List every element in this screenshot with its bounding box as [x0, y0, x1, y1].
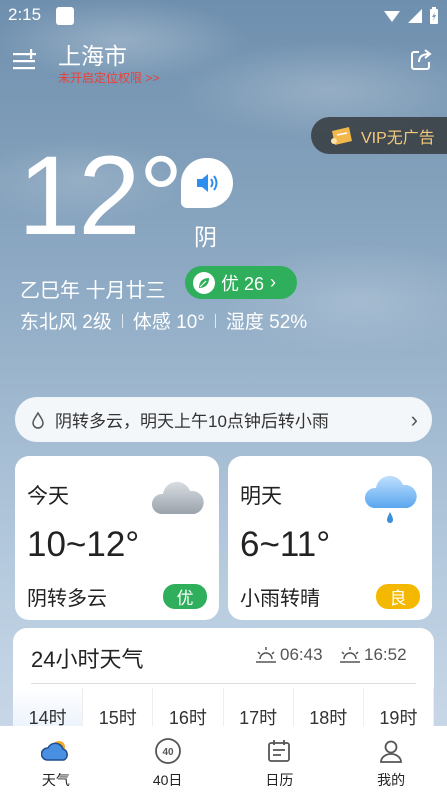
nav-label: 40日	[152, 772, 183, 788]
lunar-date: 乙巳年 十月廿三	[20, 280, 166, 302]
weather-icon	[40, 736, 71, 766]
vip-ad-free-button[interactable]: VIP无广告	[311, 117, 447, 154]
rain-cloud-icon	[364, 475, 417, 523]
forecast-banner[interactable]: 阴转多云，明天上午10点钟后转小雨 ›	[15, 397, 432, 442]
status-time: 2:15	[8, 5, 42, 24]
share-icon[interactable]	[409, 48, 433, 72]
user-icon	[376, 736, 406, 766]
tomorrow-card[interactable]: 明天 6~11° 小雨转晴 良	[228, 456, 432, 620]
status-bar: 2:15	[0, 0, 447, 32]
calendar-icon	[264, 736, 294, 766]
sunset-icon	[340, 647, 360, 663]
condition: 阴转多云	[27, 588, 107, 610]
day-label: 明天	[240, 485, 282, 508]
nav-calendar[interactable]: 日历	[224, 726, 336, 796]
sunrise-time: 06:43	[280, 645, 323, 664]
bottom-nav: 天气 40 40日 日历 我的	[0, 726, 447, 796]
city-name[interactable]: 上海市	[58, 37, 127, 71]
today-card[interactable]: 今天 10~12° 阴转多云 优	[15, 456, 219, 620]
aqi-badge: 优	[163, 584, 207, 609]
current-condition: 阴	[194, 224, 217, 250]
current-temperature: 12°	[18, 133, 183, 258]
nav-mine[interactable]: 我的	[335, 726, 447, 796]
forty-day-icon: 40	[153, 736, 183, 766]
cellular-icon	[408, 9, 422, 23]
temperature-range: 6~11°	[240, 525, 331, 564]
nav-label: 日历	[265, 772, 294, 788]
cloud-icon	[151, 481, 204, 514]
nav-40-day[interactable]: 40 40日	[112, 726, 224, 796]
vip-ticket-icon	[331, 126, 352, 145]
feels-like: 体感 10°	[132, 312, 205, 333]
sunset-time: 16:52	[364, 645, 407, 664]
hourly-forecast-card[interactable]: 24小时天气 06:43 16:52 14时 15时 16时 17时 18时 1…	[13, 628, 434, 738]
menu-add-city-icon[interactable]	[12, 48, 38, 74]
vip-label: VIP无广告	[361, 129, 435, 147]
speaker-icon	[197, 174, 218, 192]
svg-text:40: 40	[162, 747, 174, 758]
chevron-right-icon: ›	[410, 406, 418, 432]
battery-icon	[430, 7, 438, 24]
weather-details: 东北风 2级 体感 10° 湿度 52%	[20, 307, 307, 334]
aqi-badge: 良	[376, 584, 420, 609]
divider	[31, 683, 416, 684]
status-icons	[383, 7, 439, 25]
nav-weather[interactable]: 天气	[0, 726, 112, 796]
location-permission-link[interactable]: 未开启定位权限 >>	[58, 69, 159, 86]
raindrop-icon	[32, 411, 44, 429]
nav-label: 天气	[41, 772, 70, 788]
forecast-banner-text: 阴转多云，明天上午10点钟后转小雨	[55, 412, 329, 431]
divider	[214, 313, 216, 328]
temperature-range: 10~12°	[27, 525, 140, 564]
leaf-icon	[193, 271, 215, 294]
divider	[121, 313, 123, 328]
nav-label: 我的	[377, 772, 406, 788]
aqi-value: 优 26	[221, 273, 265, 294]
chevron-right-icon: ›	[270, 272, 277, 292]
humidity: 湿度 52%	[225, 312, 308, 333]
signal-icon	[384, 11, 400, 22]
wind-info: 东北风 2级	[20, 312, 112, 333]
sunrise-icon	[256, 647, 276, 663]
day-label: 今天	[27, 485, 69, 508]
aqi-button[interactable]: 优 26 ›	[185, 266, 297, 299]
sunset: 16:52	[339, 645, 407, 665]
voice-broadcast-button[interactable]	[181, 158, 233, 208]
sunrise: 06:43	[255, 645, 323, 665]
condition: 小雨转晴	[240, 588, 320, 610]
notification-icon	[56, 7, 74, 25]
hourly-title: 24小时天气	[31, 647, 144, 672]
